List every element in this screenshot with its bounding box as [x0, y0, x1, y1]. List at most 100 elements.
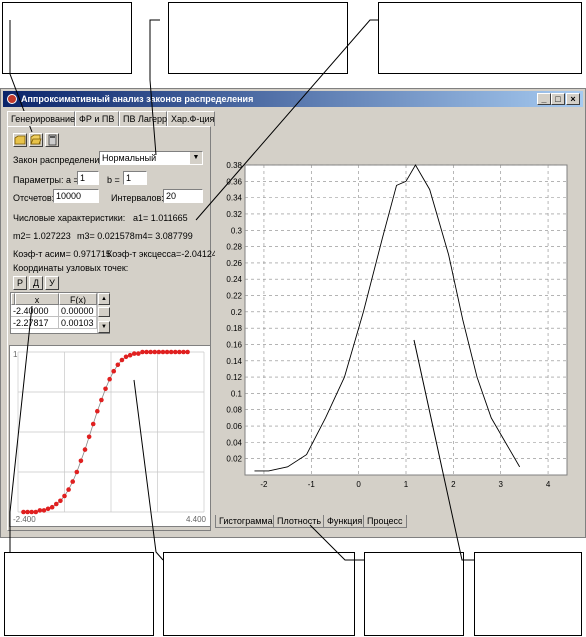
- cdf-point: [152, 349, 158, 355]
- y-tick-label: 0.02: [226, 455, 242, 464]
- minimize-button[interactable]: _: [537, 93, 551, 105]
- tab-process-label: Процесс: [367, 516, 403, 526]
- y-tick-label: 0.32: [226, 210, 242, 219]
- callout-box-5: [163, 552, 355, 636]
- folder-open-icon: [30, 134, 42, 145]
- grid-scrollbar[interactable]: ▲ ▼: [97, 293, 110, 333]
- cdf-point: [62, 493, 67, 499]
- law-select[interactable]: Нормальный ▼: [99, 151, 203, 165]
- cdf-point: [177, 349, 182, 355]
- app-window: Аппроксимативный анализ законов распреде…: [0, 88, 586, 538]
- tab-function-label: Функция: [327, 516, 363, 526]
- cdf-point: [185, 349, 190, 355]
- cdf-point: [160, 349, 166, 355]
- tab-process[interactable]: Процесс: [363, 515, 407, 528]
- cdf-point: [127, 352, 133, 358]
- callout-box-7: [474, 552, 582, 636]
- cdf-point: [99, 397, 104, 403]
- cdf-point: [111, 368, 117, 374]
- cdf-point: [172, 349, 178, 355]
- y-tick-label: 0.3: [231, 226, 243, 235]
- cdf-point: [74, 469, 80, 475]
- tab-histogram-label: Гистограмма: [219, 516, 273, 526]
- params-label: Параметры: a =: [13, 175, 79, 185]
- nodes-grid: x F(x) -2.40000 0.00000 -2.27817 0.00103…: [10, 292, 110, 334]
- tab-density-label: Плотность: [277, 516, 322, 526]
- m2-value: m2= 1.027223: [13, 231, 71, 241]
- param-b-label: b =: [107, 175, 120, 185]
- cdf-point: [95, 408, 100, 414]
- close-button[interactable]: ×: [566, 93, 580, 105]
- cdf-point: [107, 376, 112, 382]
- node-button-d[interactable]: Д: [29, 276, 43, 290]
- window-title: Аппроксимативный анализ законов распреде…: [21, 94, 254, 104]
- excess-value: Коэф-т эксцесса=-2.041247: [107, 249, 222, 259]
- tab-function[interactable]: Функция: [323, 515, 367, 528]
- y-tick-label: 0.18: [226, 324, 242, 333]
- save-button[interactable]: [29, 133, 43, 147]
- numchar-label: Числовые характеристики:: [13, 213, 126, 223]
- cdf-chart: 1 -2.400 4.400: [9, 345, 211, 527]
- law-label: Закон распределения:: [13, 155, 107, 165]
- param-a-input[interactable]: 1: [77, 171, 99, 185]
- x-tick-label: -2: [260, 480, 268, 489]
- tab-char-function[interactable]: Хар.Ф-ция: [167, 111, 215, 126]
- cdf-point: [119, 357, 125, 363]
- tab-fr-pv[interactable]: ФР и ПВ: [75, 111, 119, 126]
- tab-pv-laguerre-label: ПВ Лагерр: [123, 114, 167, 124]
- callout-box-1: [2, 2, 132, 74]
- tab-density[interactable]: Плотность: [273, 515, 326, 528]
- tab-pv-laguerre[interactable]: ПВ Лагерр: [119, 111, 167, 126]
- scroll-down-icon[interactable]: ▼: [98, 321, 110, 333]
- grid-cell[interactable]: 0.00000: [59, 305, 97, 317]
- y-tick-label: 0.04: [226, 438, 242, 447]
- calculator-button[interactable]: [45, 133, 59, 147]
- calculator-icon: [48, 134, 57, 146]
- cdf-point: [103, 386, 108, 392]
- y-tick-label: 0.26: [226, 259, 242, 268]
- scroll-thumb[interactable]: [98, 307, 110, 317]
- count-input[interactable]: 10000: [53, 189, 99, 203]
- callout-box-3: [378, 2, 582, 74]
- x-tick-label: 3: [498, 480, 503, 489]
- plot-area: [244, 164, 568, 476]
- grid-cell[interactable]: -2.27817: [11, 317, 59, 329]
- intervals-input[interactable]: 20: [163, 189, 203, 203]
- param-b-input[interactable]: 1: [123, 171, 147, 185]
- title-bar: Аппроксимативный анализ законов распреде…: [3, 91, 583, 107]
- cdf-point: [37, 508, 43, 513]
- nodes-label: Координаты узловых точек:: [13, 263, 129, 273]
- maximize-button[interactable]: □: [551, 93, 565, 105]
- cdf-point: [49, 504, 55, 510]
- y-tick-label: 0.22: [226, 292, 242, 301]
- cdf-point: [70, 479, 76, 484]
- open-folder-button[interactable]: [13, 133, 27, 147]
- grid-cell[interactable]: -2.40000: [11, 305, 59, 317]
- chevron-down-icon[interactable]: ▼: [190, 152, 202, 164]
- grid-header-fx: F(x): [59, 293, 97, 305]
- y-tick-label: 0.06: [226, 422, 242, 431]
- y-tick-label: 0.2: [231, 308, 243, 317]
- x-tick-label: 0: [356, 480, 361, 489]
- a1-value: a1= 1.011665: [133, 213, 188, 223]
- cdf-point: [181, 349, 186, 355]
- cdf-point: [53, 501, 59, 507]
- density-chart: 0.02 0.04 0.06 0.08 0.1 0.12 0.14 0.16 0.18 0.2 0.…: [215, 157, 575, 509]
- y-tick-label: 0.38: [226, 161, 242, 170]
- tab-histogram[interactable]: Гистограмма: [215, 515, 277, 528]
- app-icon: [7, 94, 17, 104]
- asym-value: Коэф-т асим= 0.971715: [13, 249, 111, 259]
- cdf-point: [123, 354, 129, 360]
- y-tick-label: 0.36: [226, 177, 242, 186]
- node-button-r[interactable]: Р: [13, 276, 27, 290]
- cdf-point: [115, 362, 121, 368]
- cdf-point: [29, 509, 34, 515]
- node-button-u[interactable]: У: [45, 276, 59, 290]
- law-select-value: Нормальный: [102, 153, 157, 163]
- scroll-up-icon[interactable]: ▲: [98, 293, 110, 305]
- grid-cell[interactable]: 0.00103: [59, 317, 97, 329]
- x-tick-label: 2: [451, 480, 456, 489]
- x-max-label: 4.400: [186, 515, 207, 524]
- tab-generation[interactable]: Генерирование: [7, 111, 75, 126]
- cdf-point: [140, 349, 145, 355]
